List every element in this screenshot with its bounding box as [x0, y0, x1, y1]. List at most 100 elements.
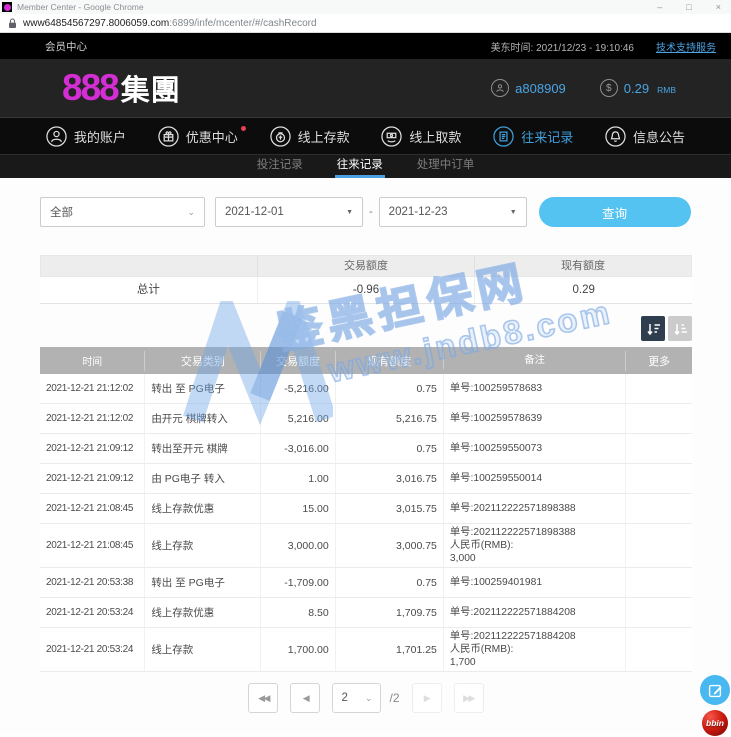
col-header-more: 更多	[625, 351, 692, 371]
cell-amount: 5,216.00	[260, 404, 334, 433]
user-avatar-icon	[491, 79, 509, 97]
minimize-button[interactable]: –	[657, 2, 662, 12]
maximize-button[interactable]: □	[686, 2, 691, 12]
user-icon	[46, 126, 67, 147]
cell-note: 单号:100259578683	[443, 374, 626, 403]
next-page-button[interactable]: ▶	[412, 683, 442, 713]
dropdown-triangle-icon: ▼	[510, 209, 517, 216]
cell-balance: 0.75	[335, 434, 443, 463]
cell-time: 2021-12-21 21:08:45	[40, 524, 144, 567]
tech-support-link[interactable]: 技术支持服务	[656, 39, 716, 54]
site-topbar: 会员中心 美东时间: 2021/12/23 - 19:10:46 技术支持服务	[0, 33, 731, 59]
previous-page-button[interactable]: ◀	[290, 683, 320, 713]
cell-type: 由开元 棋牌转入	[144, 404, 260, 433]
page-title: 会员中心	[45, 39, 87, 54]
cell-balance: 1,701.25	[335, 628, 443, 671]
content-area: 全部 ⌄ 2021-12-01 ▼ - 2021-12-23 ▼ 查询 交易额度…	[0, 178, 731, 735]
nav-item-promotions[interactable]: 优惠中心	[158, 126, 238, 147]
records-table-body: 2021-12-21 21:12:02 转出 至 PG电子 -5,216.00 …	[40, 374, 692, 672]
cell-amount: 8.50	[260, 598, 334, 627]
date-to-select[interactable]: 2021-12-23 ▼	[379, 197, 527, 227]
summary-current-amount: 0.29	[474, 277, 692, 303]
cell-note: 单号:100259401981	[443, 568, 626, 597]
cell-balance: 3,015.75	[335, 494, 443, 523]
username-chip[interactable]: a808909	[491, 79, 566, 97]
logo-text: 集團	[121, 67, 181, 109]
url-path: :6899/infe/mcenter/#/cashRecord	[169, 18, 316, 29]
edit-icon	[707, 682, 723, 698]
balance-chip[interactable]: $ 0.29 RMB	[600, 79, 676, 97]
cell-more	[625, 464, 692, 493]
currency-label: RMB	[657, 85, 676, 95]
search-button[interactable]: 查询	[539, 197, 691, 227]
cell-more	[625, 568, 692, 597]
pagination: ◀◀ ◀ 2 ⌄ /2 ▶ ▶▶	[40, 683, 692, 713]
withdraw-icon	[381, 126, 402, 147]
cell-note: 单号:100259578639	[443, 404, 626, 433]
cell-more	[625, 374, 692, 403]
cell-time: 2021-12-21 21:09:12	[40, 464, 144, 493]
summary-header-blank	[41, 256, 257, 276]
cell-note: 单号:202112222571898388 人民币(RMB): 3,000	[443, 524, 626, 567]
sort-ascending-button[interactable]	[668, 316, 692, 341]
sort-descending-icon	[645, 321, 661, 337]
page-select[interactable]: 2 ⌄	[332, 683, 381, 713]
cell-note: 单号:100259550073	[443, 434, 626, 463]
window-title: Member Center - Google Chrome	[17, 2, 657, 12]
cell-time: 2021-12-21 20:53:38	[40, 568, 144, 597]
address-bar[interactable]: www64854567297.8006059.com:6899/infe/mce…	[0, 14, 731, 33]
summary-total-label: 总计	[40, 277, 257, 303]
nav-item-announcements[interactable]: 信息公告	[605, 126, 685, 147]
table-row: 2021-12-21 20:53:24 线上存款优惠 8.50 1,709.75…	[40, 598, 692, 628]
cell-more	[625, 494, 692, 523]
close-button[interactable]: ×	[716, 2, 721, 12]
deposit-icon	[270, 126, 291, 147]
tab-bet-records[interactable]: 投注记录	[255, 155, 305, 178]
brand-logo[interactable]: 888 集團	[62, 67, 181, 109]
current-page: 2	[341, 692, 347, 704]
first-page-button[interactable]: ◀◀	[248, 683, 278, 713]
announcement-icon	[605, 126, 626, 147]
main-nav: 我的账户 优惠中心 线上存款 线上取款 往来记录 信息公告	[0, 117, 731, 155]
tab-transaction-records[interactable]: 往来记录	[335, 155, 385, 178]
table-row: 2021-12-21 20:53:24 线上存款 1,700.00 1,701.…	[40, 628, 692, 672]
records-table-header: 时间 交易类别 交易额度 现有额度 备注 更多	[40, 347, 692, 374]
last-page-button[interactable]: ▶▶	[454, 683, 484, 713]
nav-item-online-deposit[interactable]: 线上存款	[270, 126, 350, 147]
table-row: 2021-12-21 21:09:12 由 PG电子 转入 1.00 3,016…	[40, 464, 692, 494]
cell-note: 单号:202112222571884208	[443, 598, 626, 627]
nav-item-online-withdrawal[interactable]: 线上取款	[381, 126, 461, 147]
summary-table: 交易额度 现有额度 总计 -0.96 0.29	[40, 255, 692, 304]
username: a808909	[515, 81, 566, 96]
table-row: 2021-12-21 21:08:45 线上存款优惠 15.00 3,015.7…	[40, 494, 692, 524]
tab-pending-orders[interactable]: 处理中订单	[415, 155, 477, 178]
summary-total-row: 总计 -0.96 0.29	[40, 277, 692, 303]
cell-type: 转出 至 PG电子	[144, 374, 260, 403]
summary-header-current: 现有额度	[474, 256, 691, 276]
chevron-down-icon: ⌄	[365, 693, 373, 704]
feedback-button[interactable]	[700, 675, 730, 705]
site-header: 888 集團 a808909 $ 0.29 RMB	[0, 59, 731, 117]
cell-amount: 1.00	[260, 464, 334, 493]
cell-more	[625, 404, 692, 433]
records-icon	[493, 126, 514, 147]
col-header-note: 备注	[443, 352, 626, 369]
cell-type: 线上存款优惠	[144, 598, 260, 627]
logo-number: 888	[62, 67, 118, 109]
nav-item-my-account[interactable]: 我的账户	[46, 126, 126, 147]
url-host: www64854567297.8006059.com	[23, 18, 169, 29]
cell-amount: 1,700.00	[260, 628, 334, 671]
date-from-select[interactable]: 2021-12-01 ▼	[215, 197, 363, 227]
cell-more	[625, 524, 692, 567]
type-filter-select[interactable]: 全部 ⌄	[40, 197, 205, 227]
records-table: 时间 交易类别 交易额度 现有额度 备注 更多 2021-12-21 21:12…	[40, 347, 692, 672]
site-favicon	[2, 2, 12, 12]
sort-controls	[40, 316, 692, 341]
bbin-badge[interactable]: bbin	[702, 710, 728, 736]
nav-item-transaction-records[interactable]: 往来记录	[493, 126, 573, 147]
cell-time: 2021-12-21 20:53:24	[40, 628, 144, 671]
cell-amount: -5,216.00	[260, 374, 334, 403]
sort-descending-button[interactable]	[641, 316, 665, 341]
cell-balance: 3,000.75	[335, 524, 443, 567]
cell-note: 单号:100259550014	[443, 464, 626, 493]
